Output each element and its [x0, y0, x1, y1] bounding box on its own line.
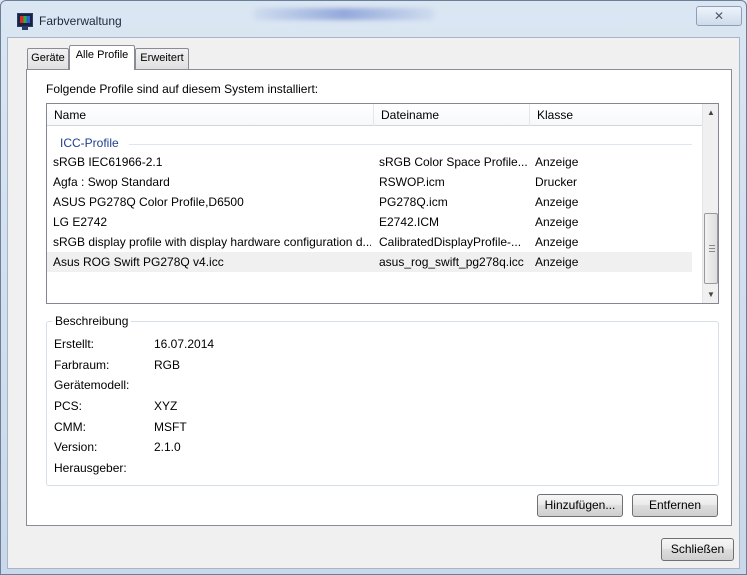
close-button[interactable]: Schließen	[661, 538, 734, 561]
intro-text: Folgende Profile sind auf diesem System …	[46, 82, 319, 96]
list-item[interactable]: sRGB IEC61966-2.1 sRGB Color Space Profi…	[47, 152, 692, 172]
list-item[interactable]: LG E2742 E2742.ICM Anzeige	[47, 212, 692, 232]
title-bar: Farbverwaltung ✕	[1, 1, 746, 37]
profile-class: Drucker	[535, 175, 578, 189]
profile-file: asus_rog_swift_pg278q.icc	[379, 255, 524, 269]
group-label: ICC-Profile	[60, 136, 119, 150]
client-area: Geräte Alle Profile Erweitert Folgende P…	[7, 37, 740, 569]
grip-icon	[709, 245, 715, 252]
profile-name: Agfa : Swop Standard	[53, 175, 170, 189]
profile-name: LG E2742	[53, 215, 108, 229]
column-header-name[interactable]: Name	[47, 104, 374, 126]
description-group: Beschreibung Erstellt: 16.07.2014 Farbra…	[46, 314, 719, 486]
scrollbar-thumb[interactable]	[704, 213, 718, 284]
tab-panel-alle-profile: Folgende Profile sind auf diesem System …	[26, 69, 732, 526]
list-scrollbar[interactable]: ▲ ▼	[702, 104, 718, 303]
profile-class: Anzeige	[535, 255, 579, 269]
created-label: Erstellt:	[54, 337, 95, 351]
color-management-icon	[17, 13, 33, 30]
profile-file: sRGB Color Space Profile....	[379, 155, 527, 169]
profile-name: ASUS PG278Q Color Profile,D6500	[53, 195, 244, 209]
list-header: Name Dateiname Klasse	[47, 104, 702, 126]
window-close-button[interactable]: ✕	[696, 6, 742, 26]
profile-file: RSWOP.icm	[379, 175, 445, 189]
window-title: Farbverwaltung	[39, 14, 122, 28]
profile-class: Anzeige	[535, 235, 579, 249]
group-header-icc-profile: ICC-Profile	[47, 134, 702, 152]
pcs-value: XYZ	[154, 399, 178, 413]
column-header-klasse[interactable]: Klasse	[530, 104, 702, 126]
created-value: 16.07.2014	[154, 337, 215, 351]
profile-class: Anzeige	[535, 195, 579, 209]
profile-class: Anzeige	[535, 155, 579, 169]
scroll-down-icon[interactable]: ▼	[703, 286, 718, 303]
close-icon: ✕	[713, 9, 725, 23]
profile-list[interactable]: Name Dateiname Klasse ‾ ‾‾‾‾‾‾‾‾‾‾‾‾‾ IC…	[46, 103, 719, 304]
color-space-value: RGB	[154, 358, 181, 372]
tab-geraete[interactable]: Geräte	[27, 48, 69, 69]
tab-erweitert[interactable]: Erweitert	[135, 48, 189, 69]
cmm-value: MSFT	[154, 420, 187, 434]
list-item[interactable]: ASUS PG278Q Color Profile,D6500 PG278Q.i…	[47, 192, 692, 212]
group-divider	[129, 144, 692, 145]
add-profile-button[interactable]: Hinzufügen...	[537, 494, 623, 517]
description-title: Beschreibung	[52, 314, 132, 328]
cmm-label: CMM:	[54, 420, 86, 434]
list-item[interactable]: sRGB display profile with display hardwa…	[47, 232, 692, 252]
color-space-label: Farbraum:	[54, 358, 110, 372]
scroll-up-icon[interactable]: ▲	[703, 104, 718, 121]
publisher-label: Herausgeber:	[54, 461, 127, 475]
scrolled-row-remnant: ‾ ‾‾‾‾‾‾‾‾‾‾‾‾‾	[47, 126, 702, 132]
profile-name: Asus ROG Swift PG278Q v4.icc	[53, 255, 224, 269]
version-value: 2.1.0	[154, 440, 181, 454]
device-model-label: Gerätemodell:	[54, 378, 130, 392]
color-management-window: Farbverwaltung ✕ Geräte Alle Profile Erw…	[0, 0, 747, 575]
list-item[interactable]: Agfa : Swop Standard RSWOP.icm Drucker	[47, 172, 692, 192]
remove-profile-button[interactable]: Entfernen	[632, 494, 718, 517]
profile-file: PG278Q.icm	[379, 195, 448, 209]
tab-alle-profile[interactable]: Alle Profile	[69, 45, 135, 70]
profile-file: CalibratedDisplayProfile-...	[379, 235, 522, 249]
title-bar-blur	[253, 8, 435, 20]
profile-class: Anzeige	[535, 215, 579, 229]
pcs-label: PCS:	[54, 399, 83, 413]
column-header-dateiname[interactable]: Dateiname	[374, 104, 530, 126]
profile-file: E2742.ICM	[379, 215, 440, 229]
version-label: Version:	[54, 440, 98, 454]
profile-name: sRGB IEC61966-2.1	[53, 155, 163, 169]
list-item-selected[interactable]: Asus ROG Swift PG278Q v4.icc asus_rog_sw…	[47, 252, 692, 272]
profile-name: sRGB display profile with display hardwa…	[53, 235, 371, 249]
